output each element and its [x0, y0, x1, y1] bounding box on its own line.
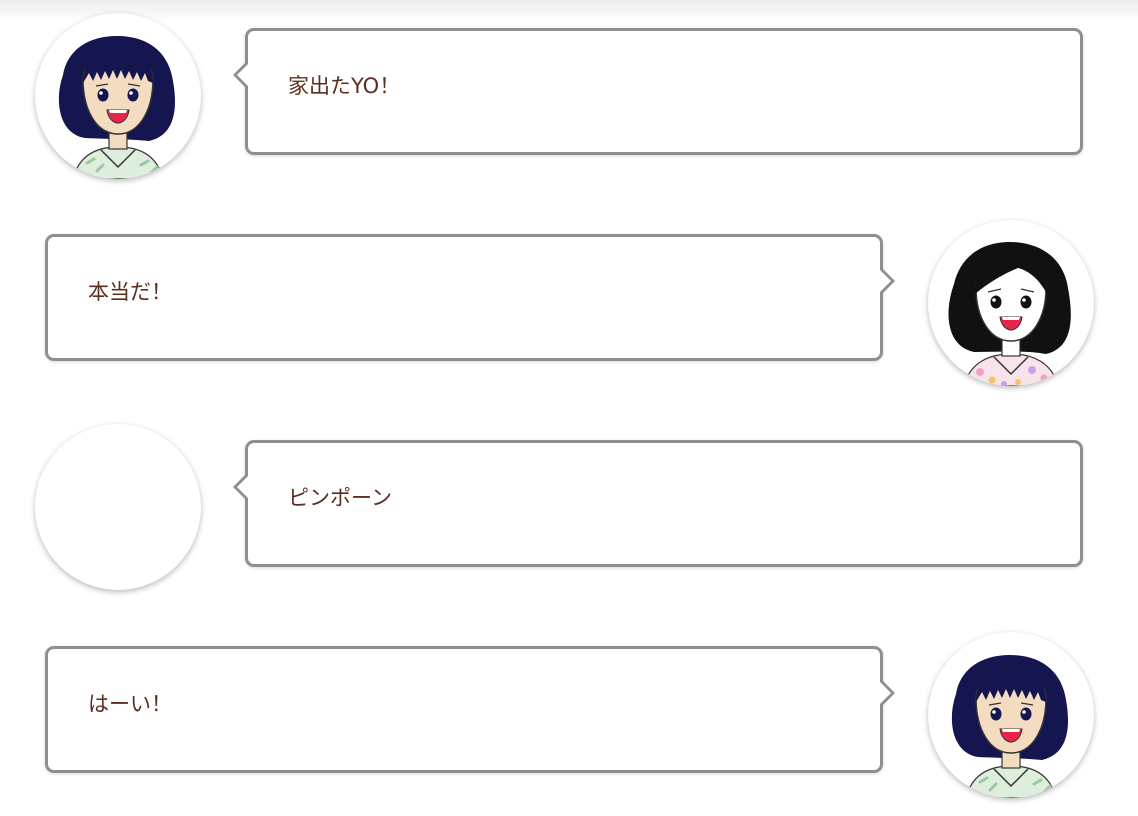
girl-black-hair-avatar: [928, 220, 1094, 386]
chat-bubble: 本当だ！: [45, 234, 895, 361]
message-text: 本当だ！: [88, 280, 172, 304]
chat-bubble: 家出たYO！: [233, 28, 1083, 155]
girl-navy-hair-avatar: [35, 13, 201, 179]
girl-navy-hair-avatar: [928, 632, 1094, 798]
girl-navy-hair-icon: [58, 36, 176, 179]
blank-avatar: [35, 424, 201, 590]
message-text: 家出たYO！: [288, 74, 401, 98]
girl-navy-hair-icon: [951, 655, 1069, 798]
chat-bubble: はーい！: [45, 646, 895, 773]
message-text: はーい！: [88, 692, 172, 716]
top-edge-shadow: [0, 0, 1138, 22]
girl-black-hair-icon: [948, 242, 1071, 386]
message-text: ピンポーン: [288, 486, 392, 510]
chat-bubble: ピンポーン: [233, 440, 1083, 567]
